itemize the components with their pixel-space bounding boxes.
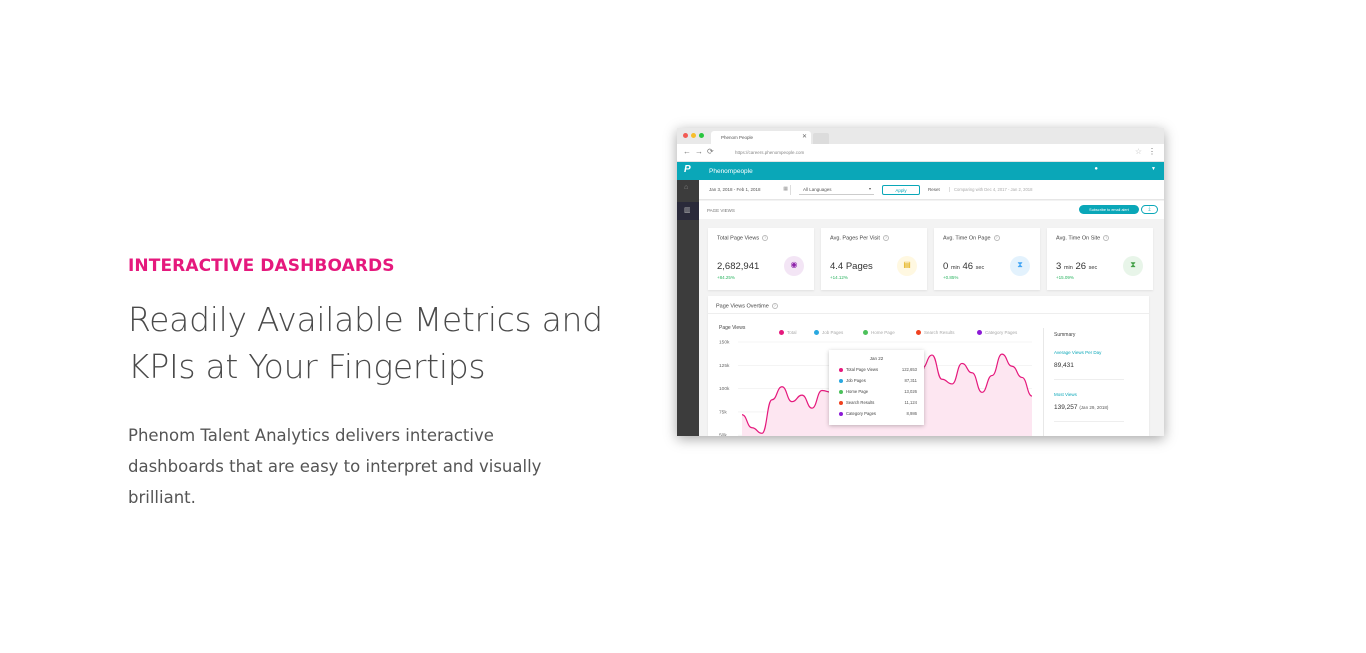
chevron-down-icon: ▾ [868,186,871,191]
most-views-label: Most Views [1054,392,1077,397]
kpi-title: Avg. Pages Per Visit? [830,235,889,241]
y-tick-label: 150k [719,340,730,346]
new-tab [813,133,829,144]
comparison-range: Comparing with Dec 4, 2017 - Jan 2, 2018 [949,187,1032,192]
kpi-card-time-on-page: Avg. Time On Page? 0 min 46 sec +0.85% ⧗ [934,228,1040,290]
tooltip-row-job-pages: Job Pages 87,311 [839,378,917,386]
avg-views-label: Average Views Per Day [1054,350,1102,355]
tooltip-row-home-page: Home Page 13,026 [839,389,917,397]
kpi-value: 2,682,941 [717,261,760,272]
avg-views-value: 89,431 [1054,362,1074,369]
kpi-title: Avg. Time On Site? [1056,235,1110,241]
page-views-chart-card: Page Views Overtime? Page Views Total Jo… [708,296,1149,436]
help-icon: ? [993,235,1000,241]
y-tick-label: 100k [719,386,730,392]
browser-addressbar: ←→⟳ https://careers.phenompeople.com ☆ ⋮ [677,144,1164,162]
analytics-icon: ▥ [677,202,699,220]
y-tick-label: 50k [719,433,727,436]
help-icon: ? [1103,235,1110,241]
date-range-value: Jan 3, 2018 - Feb 1, 2018 [709,187,761,192]
description-line-3: brilliant. [128,488,196,507]
kpi-card-total-page-views: Total Page Views? 2,682,941 +84.25% ◉ [708,228,814,290]
calendar-icon: ▦ [783,186,788,192]
divider [1054,421,1124,422]
close-tab-icon: ✕ [801,134,807,140]
section-label: PAGE VIEWS [707,208,735,213]
kpi-value: 0 min 46 sec [943,261,985,272]
divider [1054,379,1124,380]
kpi-change: +15.09% [1056,275,1074,280]
tooltip-row-category-pages: Category Pages 8,986 [839,411,917,419]
headline-line-2: KPIs at Your Fingertips [128,347,486,386]
most-views-value: 139,257 (Jan 29, 2018) [1054,404,1109,411]
description-line-2: dashboards that are easy to interpret an… [128,457,542,476]
kpi-title: Avg. Time On Page? [943,235,1000,241]
home-icon: ⌂ [684,184,689,191]
phenom-logo-icon: P [684,164,691,175]
section-eyebrow: INTERACTIVE DASHBOARDS [128,256,395,276]
headline-line-1: Readily Available Metrics and [128,300,603,339]
y-tick-label: 75k [719,409,727,415]
browser-nav-icons: ←→⟳ [683,147,718,156]
chevron-down-icon: ▼ [1151,166,1156,172]
bell-icon: ● [1094,166,1098,172]
apply-button: Apply [882,185,920,195]
filter-bar: Jan 3, 2018 - Feb 1, 2018 ▦ All Language… [699,180,1164,200]
browser-titlebar: Phenom People ✕ [677,128,1164,144]
kpi-title: Total Page Views? [717,235,769,241]
download-icon: ⤓ [1141,205,1158,214]
date-range-picker: Jan 3, 2018 - Feb 1, 2018 ▦ [709,185,791,195]
kpi-change: +14.12% [830,275,848,280]
browser-tab: Phenom People ✕ [711,131,811,144]
description-line-1: Phenom Talent Analytics delivers interac… [128,426,494,445]
kpi-card-time-on-site: Avg. Time On Site? 3 min 26 sec +15.09% … [1047,228,1153,290]
hourglass-icon: ⧗ [1010,256,1030,276]
help-icon: ? [762,235,769,241]
y-tick-label: 125k [719,363,730,369]
document-icon: ▤ [897,256,917,276]
maximize-window-dot [699,133,704,138]
section-bar: PAGE VIEWS Subscribe to email alert ⤓ [699,201,1164,219]
bookmark-star-icon: ☆ [1134,147,1142,156]
language-value: All Languages [803,187,832,192]
dashboard-content: Jan 3, 2018 - Feb 1, 2018 ▦ All Language… [699,180,1164,436]
language-select: All Languages ▾ [799,185,874,195]
help-icon: ? [882,235,889,241]
app-sidebar: ⌂ ▥ [677,180,699,436]
eye-icon: ◉ [784,256,804,276]
dashboard-screenshot: Phenom People ✕ ←→⟳ https://careers.phen… [677,128,1164,436]
hourglass-icon: ⧗ [1123,256,1143,276]
tooltip-date: Jan 22 [869,356,884,361]
app-name: Phenompeople [709,168,753,175]
kpi-change: +0.85% [943,275,959,280]
hero-headline: Readily Available Metrics and KPIs at Yo… [128,296,628,390]
kpi-value: 4.4 Pages [830,261,873,272]
kpi-card-pages-per-visit: Avg. Pages Per Visit? 4.4 Pages +14.12% … [821,228,927,290]
browser-url: https://careers.phenompeople.com [735,150,805,155]
tooltip-row-total: Total Page Views 122,653 [839,367,917,375]
browser-menu-icon: ⋮ [1148,147,1156,156]
kpi-change: +84.25% [717,275,735,280]
minimize-window-dot [691,133,696,138]
close-window-dot [683,133,688,138]
reset-button: Reset [928,187,940,192]
app-header: P Phenompeople ● ▼ [677,162,1164,180]
subscribe-button: Subscribe to email alert [1079,205,1139,214]
tooltip-row-search-results: Search Results 11,124 [839,400,917,408]
kpi-value: 3 min 26 sec [1056,261,1098,272]
chart-tooltip: Jan 22 Total Page Views 122,653 Job Pages… [829,350,924,425]
hero-description: Phenom Talent Analytics delivers interac… [128,420,568,513]
browser-tab-title: Phenom People [721,135,754,140]
summary-title: Summary [1054,332,1076,338]
summary-panel: Summary Average Views Per Day 89,431 Mos… [1043,328,1143,436]
